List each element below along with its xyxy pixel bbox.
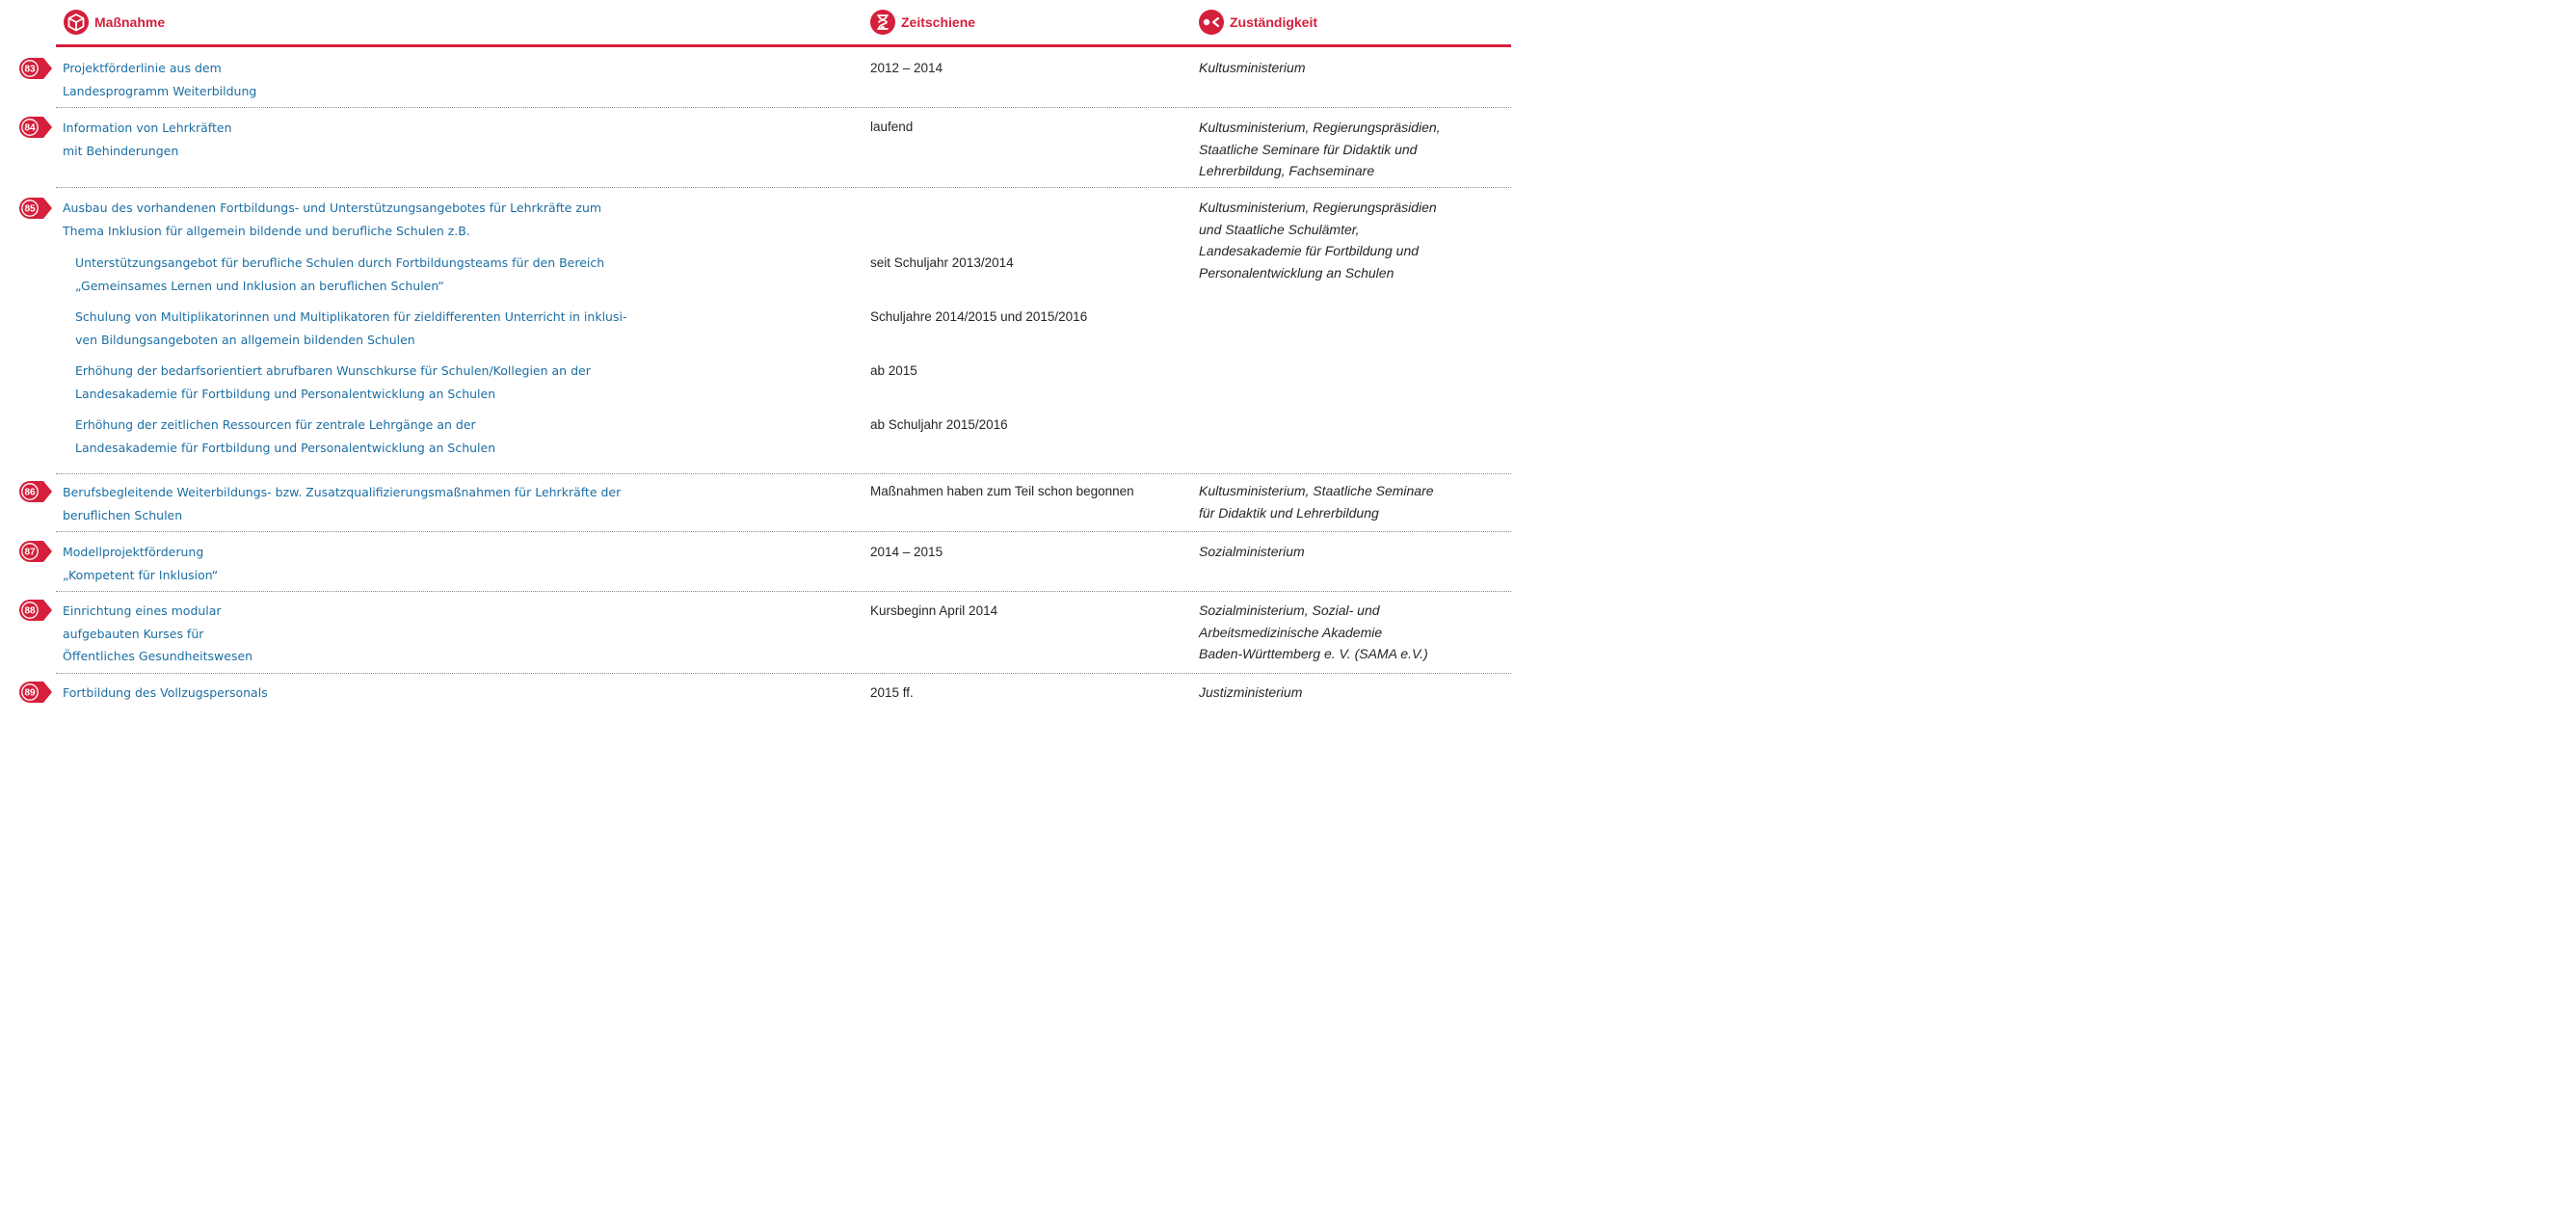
row-number: 84	[24, 123, 36, 134]
timeline-text: ab 2015	[870, 363, 917, 378]
row-separator	[56, 673, 1511, 674]
row-number: 88	[24, 606, 36, 617]
sub-measure-text: Unterstützungsangebot für berufliche Sch…	[75, 255, 605, 293]
handover-arrow-icon	[1199, 10, 1224, 35]
row-number: 85	[24, 204, 36, 215]
row-separator	[56, 107, 1511, 108]
column-header-responsibility: Zuständigkeit	[1199, 8, 1317, 37]
row-number: 86	[24, 488, 36, 498]
row-number: 89	[24, 688, 36, 699]
header-rule	[56, 44, 1511, 47]
column-header-label: Zeitschiene	[901, 14, 976, 30]
timeline-text: laufend	[870, 120, 914, 134]
timeline-text: Maßnahmen haben zum Teil schon begonnen	[870, 484, 1134, 498]
timeline-text: Kursbeginn April 2014	[870, 603, 998, 618]
responsibility-text: Sozialministerium	[1199, 544, 1305, 559]
row-number: 83	[24, 65, 36, 75]
row-number-badge: 88	[19, 600, 52, 621]
timeline-text: 2012 – 2014	[870, 61, 943, 75]
measure-text: Information von Lehrkräften mit Behinder…	[63, 120, 232, 158]
responsibility-text: Kultusministerium, Regierungspräsidien, …	[1199, 120, 1441, 178]
measure-text: Einrichtung eines modular aufgebauten Ku…	[63, 603, 253, 663]
column-header-measure: Maßnahme	[64, 8, 165, 37]
row-separator	[56, 591, 1511, 592]
row-number: 87	[24, 548, 36, 558]
timeline-text: seit Schuljahr 2013/2014	[870, 255, 1014, 270]
measure-text: Projektförderlinie aus dem Landesprogram…	[63, 61, 257, 98]
sub-measure-text: Erhöhung der zeitlichen Ressourcen für z…	[75, 417, 496, 455]
row-number-badge: 83	[19, 58, 52, 79]
row-number-badge: 89	[19, 682, 52, 703]
row-number-badge: 86	[19, 481, 52, 502]
row-separator	[56, 473, 1511, 474]
sub-measure-text: Schulung von Multiplikatorinnen und Mult…	[75, 309, 627, 347]
measure-text: Ausbau des vorhandenen Fortbildungs- und…	[63, 201, 602, 238]
responsibility-text: Kultusministerium, Regierungspräsidien u…	[1199, 200, 1437, 281]
responsibility-text: Kultusministerium	[1199, 60, 1306, 75]
measure-text: Fortbildung des Vollzugspersonals	[63, 685, 268, 700]
measure-text: Berufsbegleitende Weiterbildungs- bzw. Z…	[63, 485, 622, 522]
row-number-badge: 85	[19, 198, 52, 219]
cube-icon	[64, 10, 89, 35]
row-separator	[56, 187, 1511, 188]
responsibility-text: Kultusministerium, Staatliche Seminare f…	[1199, 483, 1434, 521]
timeline-text: ab Schuljahr 2015/2016	[870, 417, 1008, 432]
column-header-label: Maßnahme	[94, 14, 166, 30]
measure-text: Modellprojektförderung „Kompetent für In…	[63, 545, 219, 582]
row-number-badge: 84	[19, 117, 52, 138]
sub-measure-text: Erhöhung der bedarfsorientiert abrufbare…	[75, 363, 591, 401]
column-header-timeline: Zeitschiene	[870, 8, 975, 37]
hourglass-icon	[870, 10, 895, 35]
row-separator	[56, 531, 1511, 532]
timeline-text: 2015 ff.	[870, 685, 914, 700]
responsibility-text: Sozialministerium, Sozial- und Arbeitsme…	[1199, 602, 1428, 661]
responsibility-text: Justizministerium	[1199, 684, 1303, 700]
row-number-badge: 87	[19, 541, 52, 562]
timeline-text: Schuljahre 2014/2015 und 2015/2016	[870, 309, 1088, 324]
column-header-label: Zuständigkeit	[1230, 14, 1318, 30]
timeline-text: 2014 – 2015	[870, 545, 943, 559]
